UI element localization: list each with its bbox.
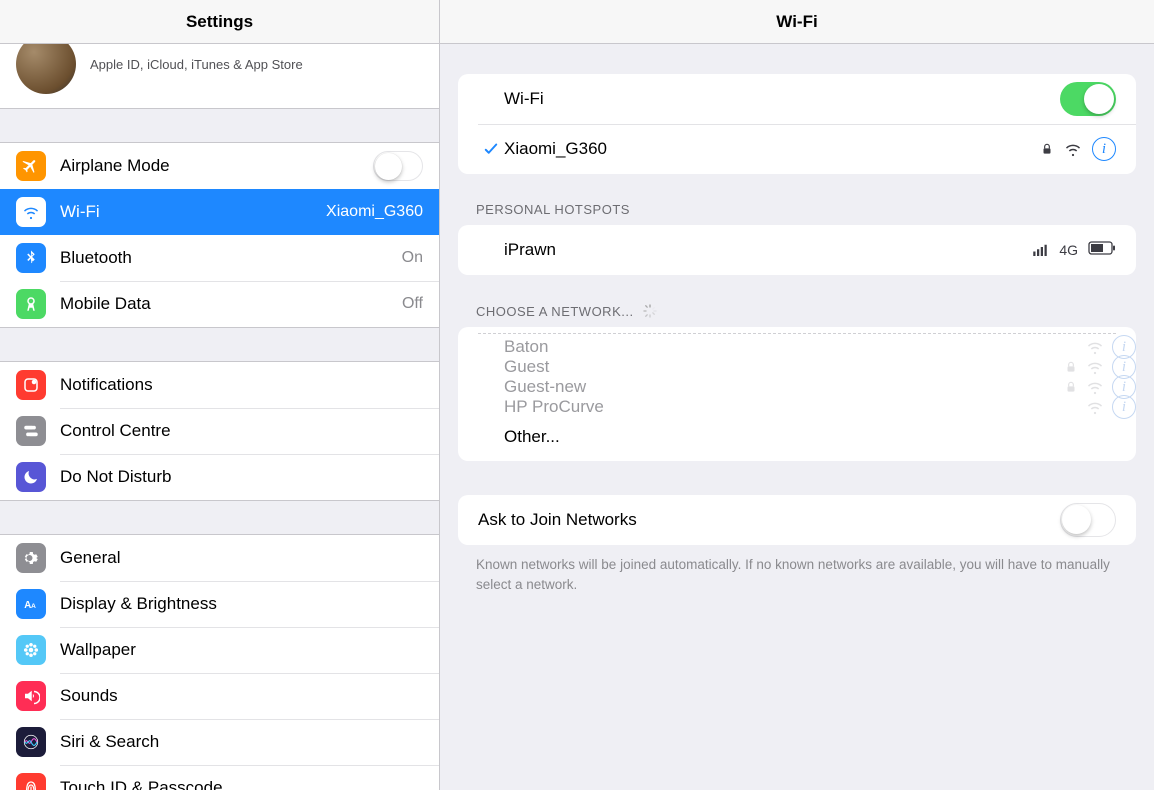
networks-card: BatoniGuestiGuest-newiHP ProCurve i Other… — [458, 327, 1136, 461]
info-button[interactable]: i — [1092, 137, 1116, 161]
sidebar-item-bluetooth[interactable]: BluetoothOn — [0, 235, 439, 281]
fingerprint-icon — [16, 773, 46, 790]
sidebar-item-label: General — [60, 548, 423, 568]
hotspot-name: iPrawn — [504, 240, 1031, 260]
apple-id-subtitle: Apple ID, iCloud, iTunes & App Store — [90, 57, 303, 72]
wifi-signal-icon — [1086, 398, 1104, 416]
detail-panel: Wi-Fi Wi-Fi Xiaomi_G360 i PERSONAL HOTSP… — [440, 0, 1154, 790]
speaker-icon — [16, 681, 46, 711]
sidebar-item-label: Wi-Fi — [60, 202, 326, 222]
info-button[interactable]: i — [1112, 395, 1136, 419]
cellular-bars-icon — [1031, 241, 1049, 259]
wifi-signal-icon — [1086, 338, 1104, 356]
flower-icon — [16, 635, 46, 665]
sidebar-item-label: Sounds — [60, 686, 423, 706]
ask-join-row[interactable]: Ask to Join Networks — [458, 495, 1136, 545]
settings-sidebar: Settings Apple ID, iCloud, iTunes & App … — [0, 0, 440, 790]
ask-join-footer: Known networks will be joined automatica… — [440, 545, 1154, 594]
lock-icon — [1040, 142, 1054, 156]
sidebar-item-controlcentre[interactable]: Control Centre — [0, 408, 439, 454]
sidebar-item-label: Wallpaper — [60, 640, 423, 660]
moon-icon — [16, 462, 46, 492]
wifi-signal-icon — [1086, 378, 1104, 396]
hotspots-card: iPrawn 4G — [458, 225, 1136, 275]
aa-icon — [16, 589, 46, 619]
check-icon — [482, 140, 500, 158]
sidebar-item-label: Mobile Data — [60, 294, 402, 314]
wifi-icon — [16, 197, 46, 227]
sidebar-item-value: Xiaomi_G360 — [326, 203, 423, 221]
network-row-ghost[interactable]: Guesti — [504, 357, 1136, 377]
sidebar-item-value: On — [402, 249, 423, 267]
wifi-main-card: Wi-Fi Xiaomi_G360 i — [458, 74, 1136, 174]
ask-join-card: Ask to Join Networks — [458, 495, 1136, 545]
wifi-switch[interactable] — [1060, 82, 1116, 116]
sidebar-item-label: Do Not Disturb — [60, 467, 423, 487]
connected-network-row[interactable]: Xiaomi_G360 i — [458, 124, 1136, 174]
sidebar-item-label: Notifications — [60, 375, 423, 395]
sidebar-item-wallpaper[interactable]: Wallpaper — [0, 627, 439, 673]
sidebar-item-label: Bluetooth — [60, 248, 402, 268]
sidebar-item-label: Display & Brightness — [60, 594, 423, 614]
sidebar-item-sounds[interactable]: Sounds — [0, 673, 439, 719]
spinner-icon — [642, 303, 658, 319]
network-row-ghost[interactable]: HP ProCurve i — [504, 397, 1136, 417]
gear-icon — [16, 543, 46, 573]
wifi-label: Wi-Fi — [504, 89, 1060, 109]
connected-network-name: Xiaomi_G360 — [504, 139, 1040, 159]
hotspots-header: PERSONAL HOTSPOTS — [440, 174, 1154, 225]
airplane-icon — [16, 151, 46, 181]
switches-icon — [16, 416, 46, 446]
sidebar-item-siri[interactable]: Siri & Search — [0, 719, 439, 765]
network-row-ghost[interactable]: Guest-newi — [504, 377, 1136, 397]
lock-icon — [1064, 360, 1078, 374]
sidebar-item-dnd[interactable]: Do Not Disturb — [0, 454, 439, 500]
sidebar-item-touchid[interactable]: Touch ID & Passcode — [0, 765, 439, 790]
notifications-icon — [16, 370, 46, 400]
network-name: Guest-new — [504, 376, 1064, 397]
airplane-switch[interactable] — [373, 151, 423, 181]
sidebar-item-label: Touch ID & Passcode — [60, 778, 423, 790]
avatar — [16, 44, 76, 94]
other-network-row[interactable]: Other... — [458, 417, 1136, 461]
sidebar-item-general[interactable]: General — [0, 535, 439, 581]
sidebar-item-label: Control Centre — [60, 421, 423, 441]
network-row-ghost[interactable]: Batoni — [504, 337, 1136, 357]
sidebar-item-label: Airplane Mode — [60, 156, 373, 176]
detail-title: Wi-Fi — [440, 0, 1154, 44]
bluetooth-icon — [16, 243, 46, 273]
hotspot-row[interactable]: iPrawn 4G — [458, 225, 1136, 275]
lock-icon — [1064, 380, 1078, 394]
antenna-icon — [16, 289, 46, 319]
sidebar-item-wifi[interactable]: Wi-FiXiaomi_G360 — [0, 189, 439, 235]
ask-join-switch[interactable] — [1060, 503, 1116, 537]
cellular-type-label: 4G — [1059, 242, 1078, 258]
network-name: HP ProCurve — [504, 396, 1086, 417]
sidebar-item-label: Siri & Search — [60, 732, 423, 752]
ask-join-label: Ask to Join Networks — [478, 510, 1060, 530]
wifi-signal-icon — [1064, 140, 1082, 158]
choose-network-header: CHOOSE A NETWORK... — [440, 275, 1154, 327]
settings-title: Settings — [0, 0, 439, 44]
apple-id-row[interactable]: Apple ID, iCloud, iTunes & App Store — [0, 44, 439, 109]
wifi-toggle-row[interactable]: Wi-Fi — [458, 74, 1136, 124]
network-name: Baton — [504, 336, 1086, 357]
sidebar-item-display[interactable]: Display & Brightness — [0, 581, 439, 627]
sidebar-item-mobiledata[interactable]: Mobile DataOff — [0, 281, 439, 327]
network-name: Guest — [504, 356, 1064, 377]
siri-icon — [16, 727, 46, 757]
battery-icon — [1088, 240, 1116, 260]
sidebar-item-notifications[interactable]: Notifications — [0, 362, 439, 408]
sidebar-item-value: Off — [402, 295, 423, 313]
wifi-signal-icon — [1086, 358, 1104, 376]
sidebar-item-airplane[interactable]: Airplane Mode — [0, 143, 439, 189]
